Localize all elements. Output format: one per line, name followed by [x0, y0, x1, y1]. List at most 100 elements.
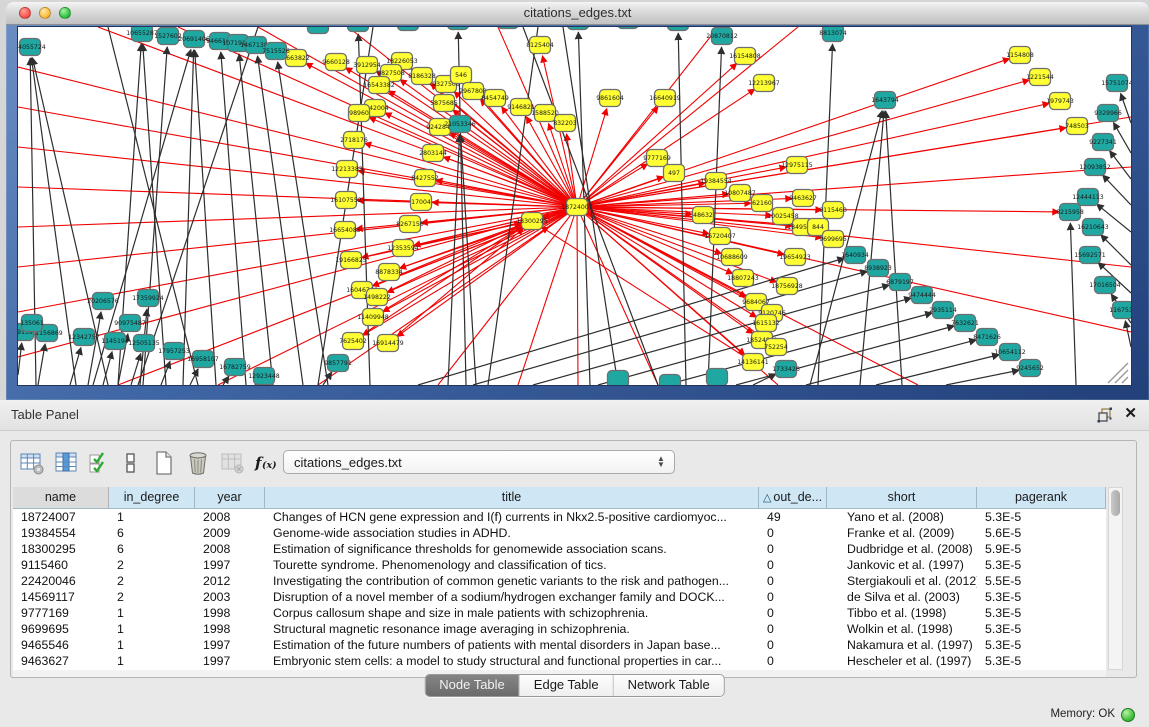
- table-cell[interactable]: 5.5E-5: [977, 573, 1106, 589]
- table-cell[interactable]: 1998: [195, 621, 265, 637]
- column-header-title[interactable]: title: [265, 487, 759, 509]
- column-header-name[interactable]: name: [13, 487, 109, 509]
- table-cell[interactable]: Hescheler et al. (1997): [827, 653, 977, 669]
- column-header-year[interactable]: year: [195, 487, 265, 509]
- table-cell[interactable]: Dudbridge et al. (2008): [827, 541, 977, 557]
- new-file-icon[interactable]: [149, 448, 179, 478]
- table-cell[interactable]: Disruption of a novel member of a sodium…: [265, 589, 759, 605]
- graph-node[interactable]: [660, 375, 681, 386]
- graph-node[interactable]: [398, 27, 419, 31]
- table-cell[interactable]: 2003: [195, 589, 265, 605]
- table-row[interactable]: 977716911998Corpus callosum shape and si…: [13, 605, 1106, 621]
- table-column-icon[interactable]: [51, 448, 81, 478]
- table-cell[interactable]: Structural magnetic resonance image aver…: [265, 621, 759, 637]
- table-cell[interactable]: Yano et al. (2008): [827, 509, 977, 525]
- table-cell[interactable]: 6: [109, 525, 195, 541]
- table-cell[interactable]: 2009: [195, 525, 265, 541]
- scrollbar-thumb[interactable]: [1111, 490, 1120, 516]
- table-cell[interactable]: 2012: [195, 573, 265, 589]
- graph-node[interactable]: [348, 27, 369, 32]
- table-row[interactable]: 946362711997Embryonic stem cells: a mode…: [13, 653, 1106, 669]
- table-cell[interactable]: Tibbo et al. (1998): [827, 605, 977, 621]
- table-vertical-scrollbar[interactable]: [1108, 487, 1123, 670]
- table-cell[interactable]: Stergiakouli et al. (2012): [827, 573, 977, 589]
- delete-icon[interactable]: [183, 448, 213, 478]
- graph-node[interactable]: [498, 27, 519, 29]
- table-settings-icon[interactable]: [17, 448, 47, 478]
- graph-node[interactable]: [707, 369, 728, 386]
- function-builder-icon[interactable]: f (x): [253, 448, 283, 478]
- table-cell[interactable]: 9699695: [13, 621, 109, 637]
- close-panel-icon[interactable]: ✕: [1124, 404, 1137, 422]
- table-cell[interactable]: 5.3E-5: [977, 509, 1106, 525]
- table-cell[interactable]: 5.3E-5: [977, 589, 1106, 605]
- table-cell[interactable]: 0: [759, 653, 827, 669]
- citation-network-graph[interactable]: 1872400718300295391295418226053982750881…: [18, 27, 1131, 385]
- table-cell[interactable]: 9115460: [13, 557, 109, 573]
- select-rows-icon[interactable]: [85, 448, 115, 478]
- column-header-in_degree[interactable]: in_degree: [109, 487, 195, 509]
- graph-node[interactable]: [448, 27, 469, 30]
- table-cell[interactable]: 1: [109, 653, 195, 669]
- table-cell[interactable]: 0: [759, 589, 827, 605]
- column-header-short[interactable]: short: [827, 487, 977, 509]
- table-cell[interactable]: Corpus callosum shape and size in male p…: [265, 605, 759, 621]
- table-cell[interactable]: Genome-wide association studies in ADHD.: [265, 525, 759, 541]
- window-titlebar[interactable]: citations_edges.txt: [6, 2, 1149, 25]
- network-canvas[interactable]: 1872400718300295391295418226053982750881…: [18, 27, 1131, 385]
- table-cell[interactable]: Jankovic et al. (1997): [827, 557, 977, 573]
- graph-node[interactable]: [608, 371, 629, 386]
- resize-grip-icon[interactable]: [1122, 377, 1128, 383]
- table-cell[interactable]: 1998: [195, 605, 265, 621]
- graph-node[interactable]: [668, 27, 689, 31]
- row-height-icon[interactable]: [115, 448, 145, 478]
- table-source-select[interactable]: citations_edges.txt ▲▼: [283, 450, 675, 474]
- table-cell[interactable]: 2: [109, 557, 195, 573]
- column-header-pagerank[interactable]: pagerank: [977, 487, 1106, 509]
- table-cell[interactable]: 1997: [195, 637, 265, 653]
- table-row[interactable]: 969969511998Structural magnetic resonanc…: [13, 621, 1106, 637]
- table-cell[interactable]: 18724007: [13, 509, 109, 525]
- table-row[interactable]: 2242004622012Investigating the contribut…: [13, 573, 1106, 589]
- table-cell[interactable]: 5.3E-5: [977, 653, 1106, 669]
- table-cell[interactable]: 2008: [195, 541, 265, 557]
- table-cell[interactable]: 9463627: [13, 653, 109, 669]
- table-cell[interactable]: Investigating the contribution of common…: [265, 573, 759, 589]
- table-cell[interactable]: 0: [759, 605, 827, 621]
- table-cell[interactable]: 0: [759, 621, 827, 637]
- table-cell[interactable]: 14569117: [13, 589, 109, 605]
- table-cell[interactable]: 6: [109, 541, 195, 557]
- table-cell[interactable]: 1997: [195, 653, 265, 669]
- table-cell[interactable]: 5.3E-5: [977, 605, 1106, 621]
- table-cell[interactable]: 0: [759, 557, 827, 573]
- table-cell[interactable]: Nakamura et al. (1997): [827, 637, 977, 653]
- table-cell[interactable]: Embryonic stem cells: a model to study s…: [265, 653, 759, 669]
- table-cell[interactable]: Estimation of the future numbers of pati…: [265, 637, 759, 653]
- table-row[interactable]: 1938455462009Genome-wide association stu…: [13, 525, 1106, 541]
- table-row[interactable]: 1456911722003Disruption of a novel membe…: [13, 589, 1106, 605]
- table-cell[interactable]: 9465546: [13, 637, 109, 653]
- table-cell[interactable]: de Silva et al. (2003): [827, 589, 977, 605]
- graph-node[interactable]: [308, 27, 329, 34]
- table-cell[interactable]: 5.3E-5: [977, 557, 1106, 573]
- table-cell[interactable]: 2: [109, 573, 195, 589]
- table-cell[interactable]: 1: [109, 637, 195, 653]
- table-row[interactable]: 1830029562008Estimation of significance …: [13, 541, 1106, 557]
- table-cell[interactable]: 18300295: [13, 541, 109, 557]
- table-cell[interactable]: 49: [759, 509, 827, 525]
- graph-node[interactable]: [568, 27, 589, 30]
- resize-grip-icon[interactable]: [1115, 370, 1128, 383]
- table-cell[interactable]: 19384554: [13, 525, 109, 541]
- table-row[interactable]: 911546021997Tourette syndrome. Phenomeno…: [13, 557, 1106, 573]
- table-cell[interactable]: 5.6E-5: [977, 525, 1106, 541]
- table-cell[interactable]: 5.3E-5: [977, 637, 1106, 653]
- table-cell[interactable]: 0: [759, 525, 827, 541]
- table-cell[interactable]: 5.3E-5: [977, 621, 1106, 637]
- column-header-out_de[interactable]: △out_de...: [759, 487, 827, 509]
- table-row[interactable]: 1872400712008Changes of HCN gene express…: [13, 509, 1106, 525]
- table-cell[interactable]: Estimation of significance thresholds fo…: [265, 541, 759, 557]
- table-cell[interactable]: 22420046: [13, 573, 109, 589]
- table-cell[interactable]: 1: [109, 605, 195, 621]
- tab-node-table[interactable]: Node Table: [425, 675, 520, 696]
- graph-node[interactable]: [618, 27, 639, 29]
